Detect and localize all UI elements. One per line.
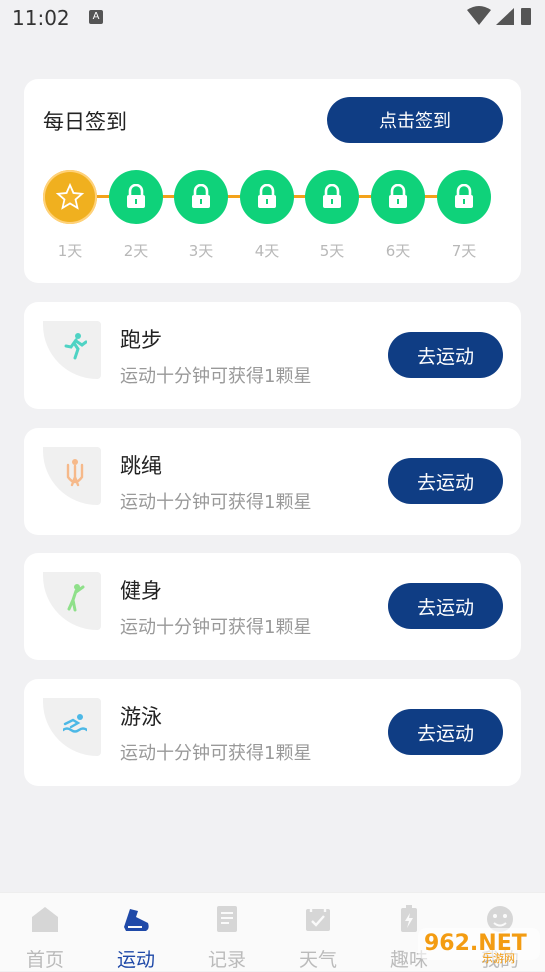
record-icon [211,903,243,935]
lock-icon [437,170,491,224]
checkin-day-1 [43,170,97,224]
checkin-day-2 [109,170,163,224]
shoe-icon [120,903,152,935]
tab-home[interactable]: 首页 [0,893,90,971]
status-time: 11:02 [12,6,70,30]
checkin-day-4 [240,170,294,224]
checkin-day-label: 2天 [123,242,149,260]
tab-label: 运动 [116,949,155,971]
go-exercise-button[interactable]: 去运动 [388,583,503,629]
sport-icon-box [43,321,101,379]
watermark-subtext: 乐游网 [482,952,515,965]
checkin-day-5 [305,170,359,224]
lock-icon [240,170,294,224]
checkin-day-label: 6天 [385,242,411,260]
status-bar: 11:02 A [0,0,545,38]
sport-name: 跳绳 [120,454,162,478]
calendar-icon [302,903,334,935]
checkin-day-label: 1天 [57,242,83,260]
watermark-logo: 962.NET 乐游网 [418,928,540,965]
fitness-icon [63,582,87,612]
checkin-card: 每日签到 点击签到 1天 2天 3天 4天 5天 6天 7天 [24,79,521,283]
sport-description: 运动十分钟可获得1颗星 [120,492,312,513]
sport-name: 健身 [120,579,162,603]
status-icons [467,6,531,25]
checkin-day-label: 7天 [451,242,477,260]
checkin-day-label: 4天 [254,242,280,260]
sport-icon-box [43,698,101,756]
sport-card: 跳绳运动十分钟可获得1颗星 去运动 [24,428,521,535]
wifi-icon [467,6,491,25]
sport-name: 跑步 [120,328,162,352]
go-exercise-button[interactable]: 去运动 [388,332,503,378]
sport-card: 健身运动十分钟可获得1颗星 去运动 [24,553,521,660]
jump-rope-icon [63,457,87,487]
checkin-day-label: 5天 [319,242,345,260]
tab-label: 首页 [25,949,64,971]
tab-record[interactable]: 记录 [182,893,272,971]
tab-label: 天气 [298,949,337,971]
checkin-day-label: 3天 [188,242,214,260]
checkin-title: 每日签到 [43,110,127,134]
home-icon [29,903,61,935]
go-exercise-button[interactable]: 去运动 [388,458,503,504]
sport-icon-box [43,447,101,505]
checkin-button[interactable]: 点击签到 [327,97,503,143]
lock-icon [371,170,425,224]
sport-card: 游泳运动十分钟可获得1颗星 去运动 [24,679,521,786]
notification-icon: A [89,10,103,24]
tab-shoe[interactable]: 运动 [91,893,181,971]
sport-description: 运动十分钟可获得1颗星 [120,366,312,387]
signal-icon [496,8,514,25]
sport-icon-box [43,572,101,630]
checkin-day-6 [371,170,425,224]
sport-description: 运动十分钟可获得1颗星 [120,617,312,638]
tab-label: 记录 [207,949,246,971]
lock-icon [109,170,163,224]
checkin-day-7 [437,170,491,224]
star-icon [43,170,97,224]
go-exercise-button[interactable]: 去运动 [388,709,503,755]
running-icon [63,331,88,361]
battery-status-icon [521,8,531,25]
sport-card: 跑步运动十分钟可获得1颗星 去运动 [24,302,521,409]
sport-description: 运动十分钟可获得1颗星 [120,743,312,764]
lock-icon [174,170,228,224]
sport-name: 游泳 [120,705,162,729]
checkin-day-3 [174,170,228,224]
lock-icon [305,170,359,224]
swimming-icon [61,708,89,738]
tab-calendar[interactable]: 天气 [273,893,363,971]
